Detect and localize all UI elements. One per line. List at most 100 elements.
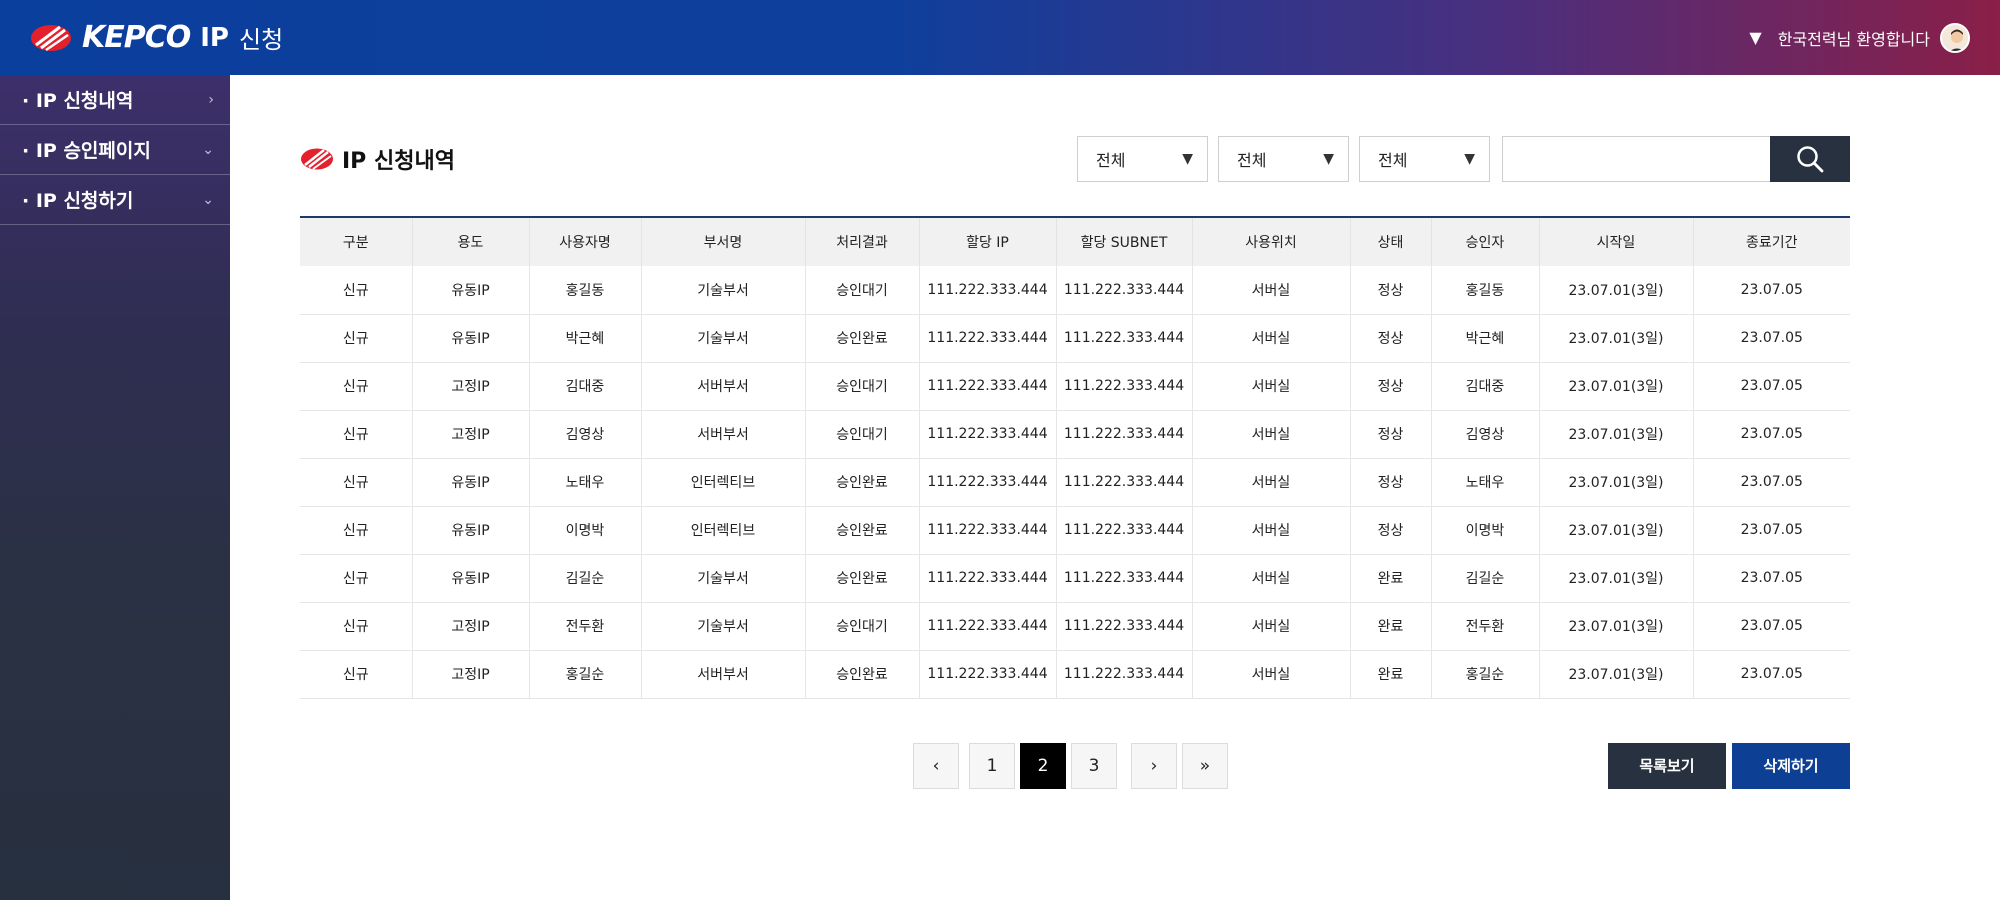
table-cell: 서버실 — [1192, 410, 1351, 459]
table-cell: 신규 — [300, 458, 413, 507]
table-cell: 노태우 — [529, 458, 642, 507]
table-cell: 박근혜 — [529, 314, 642, 363]
user-menu[interactable]: ▼ 한국전력님 환영합니다 — [1749, 22, 1970, 53]
page-number-button[interactable]: 1 — [969, 742, 1015, 789]
bottom-bar: ‹ 123 › » 목록보기 삭제하기 — [300, 742, 1850, 789]
table-cell: 23.07.01(3일) — [1539, 362, 1694, 411]
table-cell: 23.07.05 — [1693, 266, 1850, 315]
column-header: 부서명 — [641, 218, 806, 266]
table-row[interactable]: 신규 유동IP 홍길동 기술부서 승인대기 111.222.333.444 111.222.… — [300, 266, 1850, 315]
table-cell: 신규 — [300, 650, 413, 699]
table-row[interactable]: 신규 유동IP 박근혜 기술부서 승인완료 111.222.333.444 111.222.… — [300, 314, 1850, 363]
table-row[interactable]: 신규 유동IP 노태우 인터렉티브 승인완료 111.222.333.444 111.222… — [300, 458, 1850, 507]
page-number-button[interactable]: 2 — [1020, 742, 1066, 789]
last-page-button[interactable]: » — [1182, 742, 1228, 789]
table-cell: 23.07.01(3일) — [1539, 650, 1694, 699]
table-cell: 23.07.05 — [1693, 314, 1850, 363]
table-cell: 고정IP — [412, 650, 530, 699]
table-cell: 23.07.01(3일) — [1539, 314, 1694, 363]
table-cell: 홍길동 — [529, 266, 642, 315]
delete-button[interactable]: 삭제하기 — [1732, 742, 1850, 789]
table-cell: 이명박 — [1431, 506, 1540, 555]
filter-bar: 전체 ▼ 전체 ▼ 전체 ▼ — [1077, 136, 1850, 182]
table-cell: 홍길순 — [529, 650, 642, 699]
table-row[interactable]: 신규 유동IP 이명박 인터렉티브 승인완료 111.222.333.444 111.222… — [300, 506, 1850, 555]
search-input[interactable] — [1502, 136, 1770, 182]
table-row[interactable]: 신규 고정IP 홍길순 서버부서 승인완료 111.222.333.444 111.222.… — [300, 650, 1850, 699]
table-cell: 승인대기 — [805, 602, 920, 651]
table-cell: 23.07.05 — [1693, 554, 1850, 603]
chevron-right-icon: › — [1150, 755, 1158, 776]
table-row[interactable]: 신규 고정IP 김대중 서버부서 승인대기 111.222.333.444 111.222.… — [300, 362, 1850, 411]
avatar[interactable] — [1940, 22, 1970, 53]
table-cell: 23.07.05 — [1693, 602, 1850, 651]
sidebar-item-ip-requests[interactable]: · IP 신청내역 › — [0, 75, 230, 125]
filter-select-3[interactable]: 전체 ▼ — [1359, 136, 1490, 182]
table-cell: 기술부서 — [641, 266, 806, 315]
action-buttons: 목록보기 삭제하기 — [1608, 742, 1850, 789]
table-cell: 신규 — [300, 554, 413, 603]
table-cell: 신규 — [300, 266, 413, 315]
table-cell: 111.222.333.444 — [919, 506, 1057, 555]
page-number-button[interactable]: 3 — [1071, 742, 1117, 789]
filter-select-value: 전체 — [1096, 151, 1126, 170]
column-header: 할당 SUBNET — [1056, 218, 1193, 266]
table-cell: 노태우 — [1431, 458, 1540, 507]
table-cell: 111.222.333.444 — [919, 410, 1057, 459]
table-cell: 박근혜 — [1431, 314, 1540, 363]
table-cell: 유동IP — [412, 458, 530, 507]
next-page-button[interactable]: › — [1131, 742, 1177, 789]
table-cell: 고정IP — [412, 410, 530, 459]
sidebar-item-ip-apply[interactable]: · IP 신청하기 ⌄ — [0, 175, 230, 225]
table-cell: 정상 — [1350, 410, 1432, 459]
table-cell: 정상 — [1350, 506, 1432, 555]
table-cell: 서버실 — [1192, 650, 1351, 699]
table-cell: 유동IP — [412, 314, 530, 363]
table-cell: 정상 — [1350, 458, 1432, 507]
table-row[interactable]: 신규 유동IP 김길순 기술부서 승인완료 111.222.333.444 111.222.… — [300, 554, 1850, 603]
table-cell: 전두환 — [1431, 602, 1540, 651]
prev-page-button[interactable]: ‹ — [913, 742, 959, 789]
list-view-button[interactable]: 목록보기 — [1608, 742, 1726, 789]
chevron-down-icon: ⌄ — [202, 191, 214, 208]
table-cell: 23.07.01(3일) — [1539, 602, 1694, 651]
brand[interactable]: KEPCO IP 신청 — [30, 20, 283, 55]
table-cell: 김대중 — [529, 362, 642, 411]
table-cell: 승인대기 — [805, 410, 920, 459]
table-cell: 23.07.05 — [1693, 506, 1850, 555]
table-cell: 승인완료 — [805, 554, 920, 603]
table-cell: 111.222.333.444 — [1056, 266, 1193, 315]
table-cell: 인터렉티브 — [641, 506, 806, 555]
table-cell: 승인완료 — [805, 458, 920, 507]
table-cell: 23.07.01(3일) — [1539, 458, 1694, 507]
table-cell: 111.222.333.444 — [919, 602, 1057, 651]
table-cell: 완료 — [1350, 650, 1432, 699]
table-cell: 기술부서 — [641, 602, 806, 651]
toolbar: IP 신청내역 전체 ▼ 전체 ▼ 전체 ▼ — [300, 136, 1850, 182]
table-cell: 완료 — [1350, 602, 1432, 651]
table-row[interactable]: 신규 고정IP 김영상 서버부서 승인대기 111.222.333.444 111.222.… — [300, 410, 1850, 459]
table-row[interactable]: 신규 고정IP 전두환 기술부서 승인대기 111.222.333.444 111.222.… — [300, 602, 1850, 651]
filter-select-1[interactable]: 전체 ▼ — [1077, 136, 1208, 182]
filter-select-2[interactable]: 전체 ▼ — [1218, 136, 1349, 182]
table-cell: 승인완료 — [805, 314, 920, 363]
caret-down-icon: ▼ — [1182, 151, 1193, 167]
column-header: 처리결과 — [805, 218, 920, 266]
table-cell: 홍길동 — [1431, 266, 1540, 315]
table-cell: 유동IP — [412, 506, 530, 555]
caret-down-icon[interactable]: ▼ — [1749, 28, 1761, 47]
table-cell: 111.222.333.444 — [1056, 362, 1193, 411]
table-cell: 111.222.333.444 — [919, 650, 1057, 699]
table-cell: 111.222.333.444 — [919, 554, 1057, 603]
table-cell: 승인대기 — [805, 362, 920, 411]
filter-select-value: 전체 — [1237, 151, 1267, 170]
caret-down-icon: ▼ — [1323, 151, 1334, 167]
search-button[interactable] — [1770, 136, 1850, 182]
chevron-right-icon: › — [208, 91, 214, 108]
table-cell: 신규 — [300, 362, 413, 411]
brand-sub: 신청 — [238, 26, 284, 54]
page-numbers: 123 — [969, 742, 1117, 789]
table-cell: 23.07.05 — [1693, 650, 1850, 699]
sidebar-item-ip-approval[interactable]: · IP 승인페이지 ⌄ — [0, 125, 230, 175]
table-cell: 김영상 — [1431, 410, 1540, 459]
